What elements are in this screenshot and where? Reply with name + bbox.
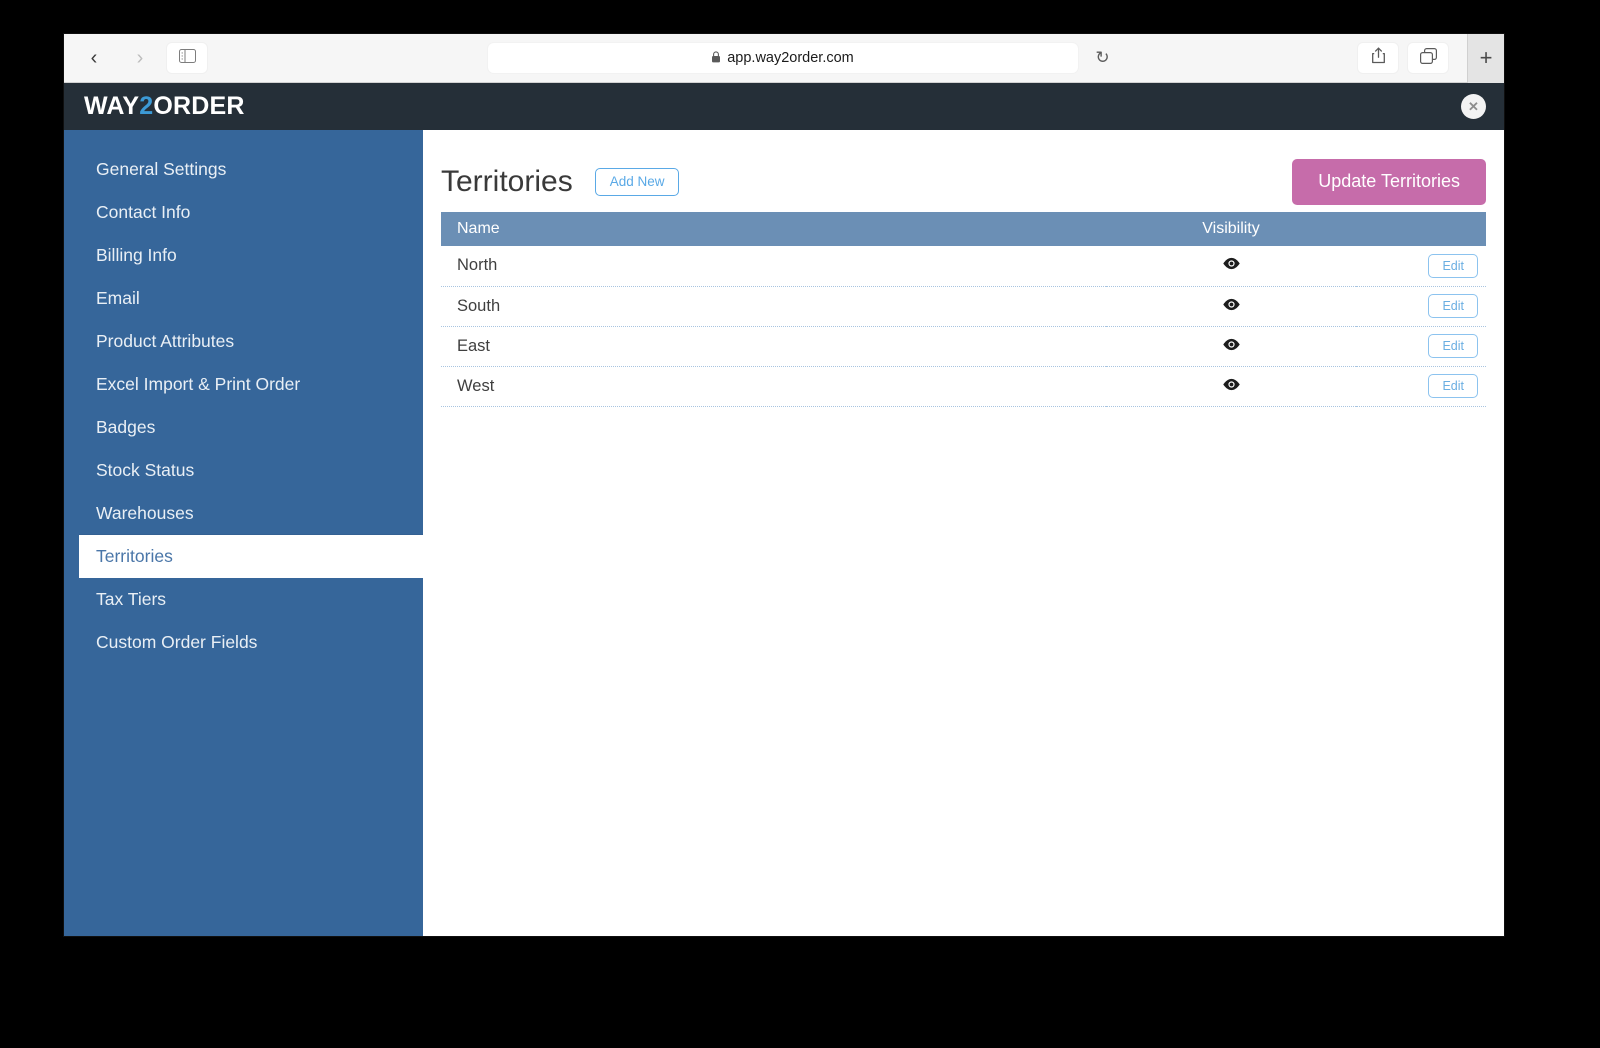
table-row: North Edit — [441, 246, 1486, 287]
sidebar-item-label: Excel Import & Print Order — [96, 374, 301, 394]
update-territories-button[interactable]: Update Territories — [1292, 159, 1486, 205]
sidebar-item-territories[interactable]: Territories — [79, 535, 443, 578]
cell-actions: Edit — [1356, 286, 1486, 327]
lock-icon — [711, 51, 721, 65]
sidebar-item-label: General Settings — [96, 159, 227, 179]
edit-button[interactable]: Edit — [1428, 293, 1478, 319]
sidebar-item-product-attributes[interactable]: Product Attributes — [64, 320, 423, 363]
forward-chevron-icon: › — [136, 47, 144, 69]
sidebar-item-label: Territories — [96, 546, 173, 566]
cell-visibility — [1106, 366, 1356, 407]
app-header: WAY2ORDER ✕ — [64, 83, 1504, 130]
sidebar-item-label: Tax Tiers — [96, 589, 167, 609]
logo-text-post: ORDER — [153, 92, 245, 120]
column-header-visibility: Visibility — [1106, 212, 1356, 246]
cell-territory-name: North — [441, 246, 1106, 287]
toolbar-left-group: ‹ › — [64, 42, 208, 74]
logo-text-accent: 2 — [139, 92, 154, 120]
settings-sidebar: General Settings Contact Info Billing In… — [64, 130, 443, 936]
main-content: Territories Add New Update Territories N… — [423, 130, 1504, 936]
share-icon — [1371, 47, 1386, 69]
app-body: General Settings Contact Info Billing In… — [64, 130, 1504, 936]
sidebar-item-stock-status[interactable]: Stock Status — [64, 449, 423, 492]
browser-toolbar: ‹ › app.way2order.com ↻ + — [64, 34, 1504, 83]
share-button[interactable] — [1357, 42, 1399, 74]
cell-visibility — [1106, 246, 1356, 287]
toolbar-right-group: + — [1357, 34, 1504, 83]
forward-button[interactable]: › — [120, 43, 160, 73]
page-title: Territories — [441, 165, 573, 198]
tab-overview-icon — [1419, 47, 1437, 69]
sidebar-item-label: Stock Status — [96, 460, 195, 480]
app-logo[interactable]: WAY2ORDER — [84, 92, 245, 121]
back-button[interactable]: ‹ — [74, 43, 114, 73]
sidebar-item-label: Custom Order Fields — [96, 632, 258, 652]
sidebar-item-label: Product Attributes — [96, 331, 235, 351]
cell-territory-name: West — [441, 366, 1106, 407]
add-new-button[interactable]: Add New — [594, 167, 680, 197]
cell-territory-name: South — [441, 286, 1106, 327]
back-chevron-icon: ‹ — [90, 47, 98, 69]
edit-button[interactable]: Edit — [1428, 333, 1478, 359]
sidebar-item-label: Email — [96, 288, 140, 308]
column-header-actions — [1356, 212, 1486, 246]
cell-actions: Edit — [1356, 246, 1486, 287]
cell-actions: Edit — [1356, 326, 1486, 367]
table-row: South Edit — [441, 286, 1486, 327]
new-tab-button[interactable]: + — [1467, 34, 1504, 83]
table-body: North Edit South Edit East Edit West Edi… — [441, 246, 1486, 407]
sidebar-item-contact-info[interactable]: Contact Info — [64, 191, 423, 234]
territories-table: Name Visibility North Edit South Edit Ea… — [441, 212, 1486, 407]
tab-overview-button[interactable] — [1407, 42, 1449, 74]
sidebar-item-label: Warehouses — [96, 503, 194, 523]
eye-icon[interactable] — [1222, 257, 1241, 270]
edit-button[interactable]: Edit — [1428, 373, 1478, 399]
address-bar[interactable]: app.way2order.com ↻ — [486, 42, 1110, 74]
sidebar-item-label: Contact Info — [96, 202, 191, 222]
column-header-name: Name — [441, 212, 1106, 246]
cell-visibility — [1106, 326, 1356, 367]
address-bar-url: app.way2order.com — [727, 50, 854, 66]
new-tab-label: + — [1479, 45, 1493, 70]
sidebar-item-billing-info[interactable]: Billing Info — [64, 234, 423, 277]
sidebar-item-custom-order-fields[interactable]: Custom Order Fields — [64, 621, 423, 664]
sidebar-item-badges[interactable]: Badges — [64, 406, 423, 449]
cell-territory-name: East — [441, 326, 1106, 367]
reload-button[interactable]: ↻ — [1090, 45, 1116, 71]
sidebar-item-label: Badges — [96, 417, 156, 437]
sidebar-item-email[interactable]: Email — [64, 277, 423, 320]
sidebar-item-tax-tiers[interactable]: Tax Tiers — [64, 578, 423, 621]
logo-text-pre: WAY — [84, 92, 140, 120]
table-header-row: Name Visibility — [441, 212, 1486, 246]
cell-actions: Edit — [1356, 366, 1486, 407]
sidebar-item-excel-import-print-order[interactable]: Excel Import & Print Order — [64, 363, 423, 406]
table-header: Name Visibility — [441, 212, 1486, 246]
sidebar-toggle-button[interactable] — [166, 42, 208, 74]
table-row: West Edit — [441, 366, 1486, 407]
sidebar-item-label: Billing Info — [96, 245, 177, 265]
sidebar-item-warehouses[interactable]: Warehouses — [64, 492, 423, 535]
close-icon: ✕ — [1468, 98, 1479, 114]
edit-button[interactable]: Edit — [1428, 253, 1478, 278]
eye-icon[interactable] — [1222, 378, 1241, 391]
eye-icon[interactable] — [1222, 298, 1241, 311]
close-button[interactable]: ✕ — [1461, 94, 1486, 119]
eye-icon[interactable] — [1222, 338, 1241, 351]
address-bar-region: app.way2order.com ↻ — [208, 42, 1357, 74]
browser-window: ‹ › app.way2order.com ↻ + WAY2ORDER ✕ Ge… — [64, 34, 1504, 936]
sidebar-toggle-icon — [178, 48, 196, 68]
cell-visibility — [1106, 286, 1356, 327]
table-row: East Edit — [441, 326, 1486, 367]
page-header: Territories Add New Update Territories — [441, 152, 1486, 212]
sidebar-item-general-settings[interactable]: General Settings — [64, 148, 423, 191]
